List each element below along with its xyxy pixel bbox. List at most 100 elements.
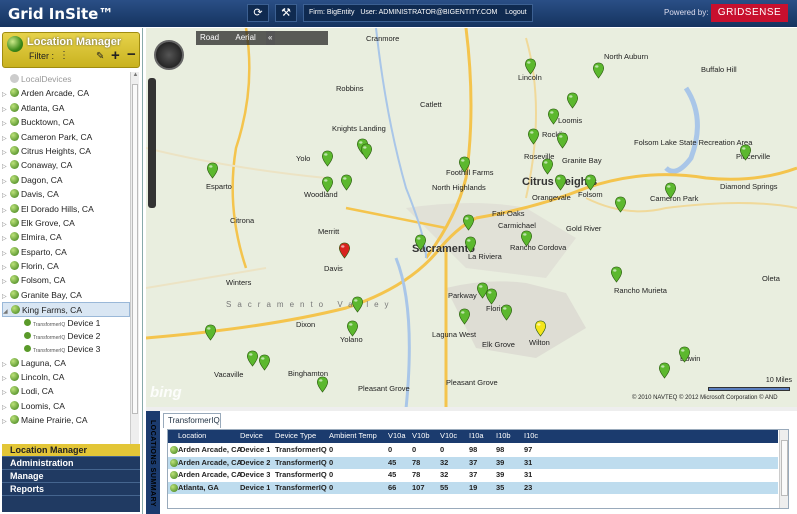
location-pin-icon[interactable] <box>360 143 373 160</box>
tree-node[interactable]: ▷ Lincoln, CA <box>2 370 130 384</box>
tree-node[interactable]: LocalDevices <box>2 72 130 86</box>
location-pin-icon[interactable] <box>541 158 554 175</box>
tools-button[interactable]: ⚒ <box>275 4 297 22</box>
grid-scroll-thumb[interactable] <box>781 440 788 496</box>
tree-node[interactable]: ▷ Dagon, CA <box>2 173 130 187</box>
tree-node[interactable]: ▷ Laguna, CA <box>2 356 130 370</box>
location-pin-icon[interactable] <box>346 320 359 337</box>
location-pin-icon[interactable] <box>485 288 498 305</box>
map-view[interactable]: Cranmore North Auburn Buffalo Hill Robbins L… <box>146 28 797 409</box>
location-pin-icon[interactable] <box>556 132 569 149</box>
alert-pin-icon[interactable] <box>338 242 351 259</box>
table-row[interactable]: Arden Arcade, CA Device 2 TransformerIQ 0 45… <box>168 456 778 469</box>
tree-device-node[interactable]: TransformerIQ Device 3 <box>2 343 130 356</box>
location-pin-icon[interactable] <box>664 182 677 199</box>
column-header[interactable]: V10a <box>388 430 406 442</box>
column-header[interactable]: V10c <box>440 430 457 442</box>
tree-device-node[interactable]: TransformerIQ Device 2 <box>2 330 130 343</box>
column-header[interactable]: I10b <box>496 430 511 442</box>
table-row[interactable]: Arden Arcade, CA Device 1 TransformerIQ 0 0 0… <box>168 444 778 457</box>
column-header[interactable]: Ambient Temp <box>329 430 377 442</box>
scroll-thumb[interactable] <box>132 84 138 414</box>
remove-location-button[interactable]: − <box>127 46 136 63</box>
filter-dropdown-icon[interactable]: ⋮ <box>59 50 69 61</box>
zoom-slider[interactable] <box>148 78 156 208</box>
column-header[interactable]: Location <box>178 430 206 442</box>
location-pin-icon[interactable] <box>351 296 364 313</box>
location-pin-icon[interactable] <box>658 362 671 379</box>
nav-location-manager[interactable]: Location Manager <box>2 444 140 457</box>
add-location-button[interactable]: + <box>111 47 120 64</box>
grid-scrollbar[interactable] <box>779 430 788 508</box>
tree-node[interactable]: ▷ El Dorado Hills, CA <box>2 202 130 216</box>
location-pin-icon[interactable] <box>462 214 475 231</box>
tree-node[interactable]: ▷ Bucktown, CA <box>2 115 130 129</box>
tree-node[interactable]: ▷ Citrus Heights, CA <box>2 144 130 158</box>
location-pin-icon[interactable] <box>584 174 597 191</box>
nav-administration[interactable]: Administration <box>2 457 140 470</box>
location-pin-icon[interactable] <box>739 144 752 161</box>
tree-node[interactable]: ▷ Florin, CA <box>2 259 130 273</box>
location-pin-icon[interactable] <box>524 58 537 75</box>
column-header[interactable]: I10a <box>469 430 484 442</box>
tree-node[interactable]: ▷ Atlanta, GA <box>2 101 130 115</box>
warning-pin-icon[interactable] <box>534 320 547 337</box>
location-pin-icon[interactable] <box>321 176 334 193</box>
location-pin-icon[interactable] <box>527 128 540 145</box>
location-pin-icon[interactable] <box>204 324 217 341</box>
location-pin-icon[interactable] <box>340 174 353 191</box>
location-pin-icon[interactable] <box>206 162 219 179</box>
location-pin-icon[interactable] <box>500 304 513 321</box>
column-header[interactable]: I10c <box>524 430 538 442</box>
tree-node[interactable]: ▷ Davis, CA <box>2 187 130 201</box>
tree-node[interactable]: ▷ Esparto, CA <box>2 245 130 259</box>
nav-manage[interactable]: Manage <box>2 470 140 483</box>
expand-icon[interactable]: ▷ <box>2 415 10 429</box>
location-pin-icon[interactable] <box>610 266 623 283</box>
aerial-view-button[interactable]: Aerial <box>235 31 255 45</box>
location-pin-icon[interactable] <box>554 174 567 191</box>
tab-transformeriq[interactable]: TransformerIQ <box>163 413 221 428</box>
tree-device-node[interactable]: TransformerIQ Device 1 <box>2 317 130 330</box>
tree-node[interactable]: ▷ Cameron Park, CA <box>2 130 130 144</box>
nav-reports[interactable]: Reports <box>2 483 140 496</box>
grid-cell: 32 <box>440 457 449 467</box>
location-pin-icon[interactable] <box>520 230 533 247</box>
map-compass-icon[interactable] <box>154 40 184 70</box>
tree-node[interactable]: ▷ Lodi, CA <box>2 384 130 398</box>
location-pin-icon[interactable] <box>566 92 579 109</box>
grid-cell: 0 <box>329 482 334 492</box>
column-header[interactable]: Device <box>240 430 263 442</box>
tree-node[interactable]: ▷ Loomis, CA <box>2 399 130 413</box>
tree-node[interactable]: ▷ Elmira, CA <box>2 230 130 244</box>
collapse-icon[interactable]: « <box>266 31 275 45</box>
location-pin-icon[interactable] <box>547 108 560 125</box>
location-pin-icon[interactable] <box>592 62 605 79</box>
tree-node[interactable]: ▷ Elk Grove, CA <box>2 216 130 230</box>
table-row[interactable]: Arden Arcade, CA Device 3 TransformerIQ 0 45… <box>168 469 778 482</box>
tree-node[interactable]: ◢ King Farms, CA <box>2 302 130 317</box>
table-row[interactable]: Atlanta, GA Device 1 TransformerIQ 0 66 107 55… <box>168 481 778 494</box>
scroll-up-icon[interactable]: ▲ <box>131 72 140 82</box>
location-pin-icon[interactable] <box>321 150 334 167</box>
location-pin-icon[interactable] <box>258 354 271 371</box>
location-pin-icon[interactable] <box>614 196 627 213</box>
tree-node[interactable]: ▷ Folsom, CA <box>2 273 130 287</box>
column-header[interactable]: V10b <box>412 430 430 442</box>
tree-node[interactable]: ▷ Maine Prairie, CA <box>2 413 130 427</box>
road-view-button[interactable]: Road <box>200 31 219 45</box>
location-pin-icon[interactable] <box>458 308 471 325</box>
refresh-button[interactable]: ⟳ <box>247 4 269 22</box>
logout-link[interactable]: Logout <box>505 9 526 16</box>
tree-scrollbar[interactable]: ▲ ▼ <box>130 72 139 456</box>
location-pin-icon[interactable] <box>678 346 691 363</box>
column-header[interactable]: Device Type <box>275 430 316 442</box>
location-pin-icon[interactable] <box>316 376 329 393</box>
location-pin-icon[interactable] <box>464 236 477 253</box>
tree-node[interactable]: ▷ Conaway, CA <box>2 158 130 172</box>
location-pin-icon[interactable] <box>458 156 471 173</box>
tree-node[interactable]: ▷ Granite Bay, CA <box>2 288 130 302</box>
tree-node[interactable]: ▷ Arden Arcade, CA <box>2 86 130 100</box>
location-pin-icon[interactable] <box>414 234 427 251</box>
edit-icon[interactable]: ✎ <box>96 51 104 62</box>
